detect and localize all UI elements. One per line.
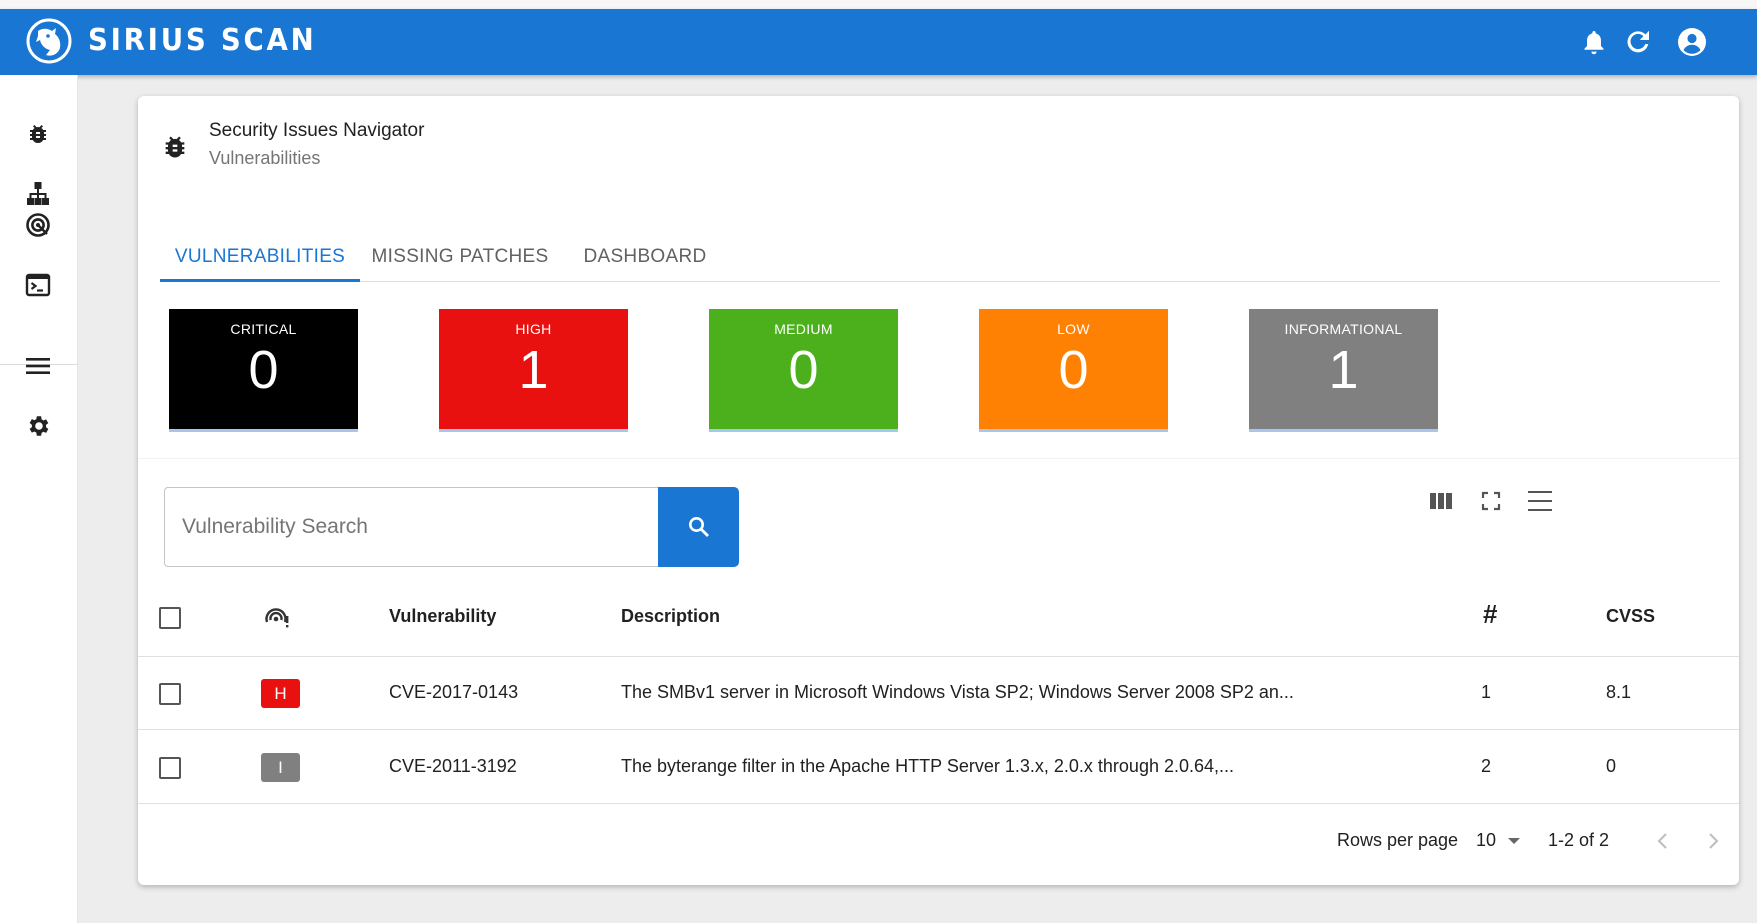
- high-count-card[interactable]: HIGH 1: [439, 309, 628, 432]
- cvss-score: 0: [1606, 756, 1617, 776]
- tab-bar: VULNERABILITIES MISSING PATCHES DASHBOAR…: [160, 232, 1720, 282]
- active-tab-indicator: [160, 279, 360, 282]
- severity-count: 0: [788, 340, 819, 400]
- column-header-count[interactable]: #: [1483, 599, 1497, 630]
- critical-count-card[interactable]: CRITICAL 0: [169, 309, 358, 432]
- severity-count: 1: [518, 340, 549, 400]
- severity-badge: I: [261, 753, 300, 782]
- low-count-card[interactable]: LOW 0: [979, 309, 1168, 432]
- vulnerability-id[interactable]: CVE-2017-0143: [389, 682, 518, 703]
- tab-vulnerabilities[interactable]: VULNERABILITIES: [160, 232, 360, 282]
- menu-icon[interactable]: [22, 350, 54, 382]
- app-bar: SIRIUS SCAN: [0, 9, 1757, 75]
- severity-label: MEDIUM: [774, 321, 833, 337]
- account-circle-icon[interactable]: [1676, 26, 1708, 58]
- section-divider: [138, 458, 1739, 459]
- medium-count-card[interactable]: MEDIUM 0: [709, 309, 898, 432]
- search-icon: [688, 517, 709, 537]
- search-input[interactable]: [165, 488, 659, 566]
- sitemap-icon[interactable]: [22, 178, 54, 210]
- tab-missing-patches[interactable]: MISSING PATCHES: [360, 232, 560, 282]
- vulnerability-description: The SMBv1 server in Microsoft Windows Vi…: [621, 682, 1294, 702]
- bug-icon: [165, 136, 185, 158]
- column-header-vulnerability[interactable]: Vulnerability: [389, 606, 496, 627]
- window-top-strip: [0, 0, 1757, 9]
- chevron-right-icon[interactable]: [1701, 829, 1725, 853]
- bug-icon[interactable]: [22, 118, 54, 150]
- chevron-down-icon: [1508, 838, 1521, 845]
- severity-column-icon[interactable]: [262, 604, 290, 632]
- pagination-range: 1-2 of 2: [1548, 830, 1610, 850]
- vulnerabilities-card: Security Issues Navigator Vulnerabilitie…: [138, 96, 1739, 885]
- column-header-cvss[interactable]: CVSS: [1606, 606, 1655, 627]
- vulnerability-id[interactable]: CVE-2011-3192: [389, 756, 517, 777]
- severity-badge: H: [261, 679, 300, 708]
- severity-label: CRITICAL: [230, 321, 297, 337]
- host-count: 2: [1481, 756, 1492, 776]
- row-divider: [138, 803, 1739, 804]
- cvss-score: 8.1: [1606, 682, 1632, 702]
- target-icon[interactable]: [22, 209, 54, 241]
- header-divider: [138, 656, 1739, 657]
- chevron-left-icon[interactable]: [1651, 829, 1675, 853]
- refresh-icon[interactable]: [1622, 26, 1654, 58]
- console-icon[interactable]: [22, 269, 54, 301]
- sirius-logo-icon[interactable]: [26, 18, 72, 64]
- page-title: Security Issues Navigator: [209, 120, 425, 141]
- density-menu-icon[interactable]: [1523, 484, 1557, 518]
- severity-count: 0: [248, 340, 279, 400]
- row-divider: [138, 729, 1739, 730]
- severity-label: INFORMATIONAL: [1284, 321, 1403, 337]
- severity-label: HIGH: [515, 321, 552, 337]
- search-field: [164, 487, 660, 567]
- rows-per-page-select[interactable]: 10: [1476, 830, 1521, 851]
- bell-icon[interactable]: [1578, 26, 1610, 58]
- row-checkbox[interactable]: [159, 757, 181, 779]
- app-brand[interactable]: SIRIUS SCAN: [88, 23, 317, 59]
- column-header-description[interactable]: Description: [621, 606, 720, 627]
- sidebar: [0, 75, 78, 923]
- vulnerability-description: The byterange filter in the Apache HTTP …: [621, 756, 1235, 776]
- rows-per-page-label: Rows per page: [1337, 830, 1459, 850]
- severity-label: LOW: [1057, 321, 1090, 337]
- page-subtitle: Vulnerabilities: [209, 148, 321, 168]
- gear-icon[interactable]: [22, 410, 54, 442]
- severity-count: 1: [1328, 340, 1359, 400]
- host-count: 1: [1481, 682, 1492, 702]
- rows-per-page-value: 10: [1476, 830, 1497, 850]
- fullscreen-icon[interactable]: [1474, 484, 1508, 518]
- select-all-checkbox[interactable]: [159, 607, 181, 629]
- search-button[interactable]: [658, 487, 739, 567]
- view-columns-icon[interactable]: [1424, 484, 1458, 518]
- informational-count-card[interactable]: INFORMATIONAL 1: [1249, 309, 1438, 432]
- row-checkbox[interactable]: [159, 683, 181, 705]
- severity-count: 0: [1058, 340, 1089, 400]
- tab-dashboard[interactable]: DASHBOARD: [560, 232, 730, 282]
